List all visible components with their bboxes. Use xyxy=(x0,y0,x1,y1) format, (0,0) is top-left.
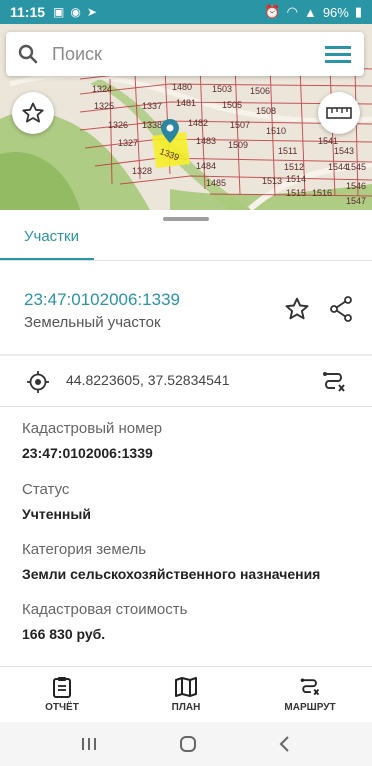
status-time: 11:15 xyxy=(10,4,46,20)
star-outline-icon xyxy=(285,297,309,320)
nav-plan[interactable]: ПЛАН xyxy=(124,667,248,722)
location-icon: ◉ xyxy=(70,5,81,19)
crosshair-icon xyxy=(27,371,49,393)
battery-icon: ▮ xyxy=(354,4,362,19)
parcel-label: 1325 xyxy=(94,101,114,111)
parcel-label: 1324 xyxy=(92,84,112,94)
field-value: Учтенный xyxy=(22,506,91,522)
alarm-icon: ⏰ xyxy=(264,4,281,19)
field-label: Категория земель xyxy=(22,541,147,558)
nav-route[interactable]: МАРШРУТ xyxy=(248,667,372,722)
favorites-button[interactable] xyxy=(12,92,54,134)
notification-icons: ▣ ◉ ➤ xyxy=(53,5,97,19)
parcel-label: 1338 xyxy=(142,120,162,130)
parcel-label: 1326 xyxy=(108,120,128,130)
parcel-label: 1543 xyxy=(334,146,354,156)
share-icon xyxy=(330,296,352,322)
nav-route-label: МАРШРУТ xyxy=(284,702,336,713)
nav-report[interactable]: ОТЧЁТ xyxy=(0,667,124,722)
star-outline-icon xyxy=(22,102,44,123)
parcel-label: 1515 xyxy=(286,188,306,198)
parcel-label: 1513 xyxy=(262,176,282,186)
home-icon[interactable] xyxy=(178,734,198,754)
back-icon[interactable] xyxy=(278,735,292,753)
field-label: Статус xyxy=(22,481,70,498)
parcel-label: 1483 xyxy=(196,136,216,146)
search-bar[interactable]: Поиск xyxy=(6,32,364,76)
parcel-label: 1484 xyxy=(196,161,216,171)
divider xyxy=(0,406,372,407)
parcel-number[interactable]: 23:47:0102006:1339 xyxy=(24,290,180,310)
route-icon xyxy=(323,372,345,392)
parcel-label: 1506 xyxy=(250,86,270,96)
parcel-label: 1480 xyxy=(172,82,192,92)
parcel-label: 1545 xyxy=(346,162,366,172)
parcel-label: 1485 xyxy=(206,178,226,188)
parcel-label: 1327 xyxy=(118,138,138,148)
gallery-icon: ▣ xyxy=(53,5,65,19)
parcel-label: 1514 xyxy=(286,174,306,184)
route-button[interactable] xyxy=(320,368,348,396)
ruler-icon xyxy=(326,107,352,119)
field-value[interactable]: 23:47:0102006:1339 xyxy=(22,445,153,461)
nav-report-label: ОТЧЁТ xyxy=(45,702,79,713)
wifi-icon: ◠ xyxy=(286,4,298,19)
sheet-drag-handle[interactable] xyxy=(163,217,209,221)
parcel-label: 1541 xyxy=(318,136,338,146)
ruler-button[interactable] xyxy=(318,92,360,134)
route-icon xyxy=(300,678,320,696)
field-label: Кадастровый номер xyxy=(22,420,163,437)
telegram-icon: ➤ xyxy=(86,5,97,19)
parcel-label: 1505 xyxy=(222,100,242,110)
field-value: 166 830 руб. xyxy=(22,626,106,642)
coordinates-text[interactable]: 44.8223605, 37.52834541 xyxy=(66,372,230,388)
system-navigation-bar xyxy=(0,722,372,766)
tab-parcels[interactable]: Участки xyxy=(24,228,79,245)
status-right: ⏰ ◠ ▲ 96% ▮ xyxy=(264,4,362,20)
parcel-label: 1516 xyxy=(312,188,332,198)
nav-plan-label: ПЛАН xyxy=(171,702,201,713)
divider xyxy=(0,354,372,356)
parcel-label: 1503 xyxy=(212,84,232,94)
parcel-label: 1481 xyxy=(176,98,196,108)
parcel-label: 1482 xyxy=(188,118,208,128)
parcel-label: 1508 xyxy=(256,106,276,116)
search-icon xyxy=(18,44,38,64)
parcel-label: 1507 xyxy=(230,120,250,130)
battery-percent: 96% xyxy=(322,4,349,20)
favorite-button[interactable] xyxy=(282,294,312,324)
map-icon xyxy=(175,677,197,697)
status-bar: 11:15 ▣ ◉ ➤ ⏰ ◠ ▲ 96% ▮ xyxy=(0,0,372,24)
bottom-navigation: ОТЧЁТ ПЛАН МАРШРУТ xyxy=(0,666,372,722)
divider xyxy=(0,260,372,261)
parcel-label: 1328 xyxy=(132,166,152,176)
search-input[interactable]: Поиск xyxy=(52,44,102,65)
parcel-info-sheet: Участки 23:47:0102006:1339 Земельный уча… xyxy=(0,210,372,666)
parcel-label: 1510 xyxy=(266,126,286,136)
parcel-label: 1337 xyxy=(142,101,162,111)
locate-button[interactable] xyxy=(26,370,50,394)
hamburger-menu-icon[interactable] xyxy=(324,44,352,64)
field-label: Кадастровая стоимость xyxy=(22,601,188,618)
field-value: Земли сельскохозяйственного назначения xyxy=(22,566,321,582)
recent-apps-icon[interactable] xyxy=(80,736,98,752)
signal-icon: ▲ xyxy=(303,4,317,20)
parcel-label: 1546 xyxy=(346,181,366,191)
parcel-label: 1509 xyxy=(228,140,248,150)
parcel-label: 1512 xyxy=(284,162,304,172)
clipboard-icon xyxy=(53,677,71,698)
parcel-type: Земельный участок xyxy=(24,314,161,331)
share-button[interactable] xyxy=(326,294,356,324)
parcel-label: 1511 xyxy=(278,146,297,156)
parcel-label: 1547 xyxy=(346,196,366,206)
